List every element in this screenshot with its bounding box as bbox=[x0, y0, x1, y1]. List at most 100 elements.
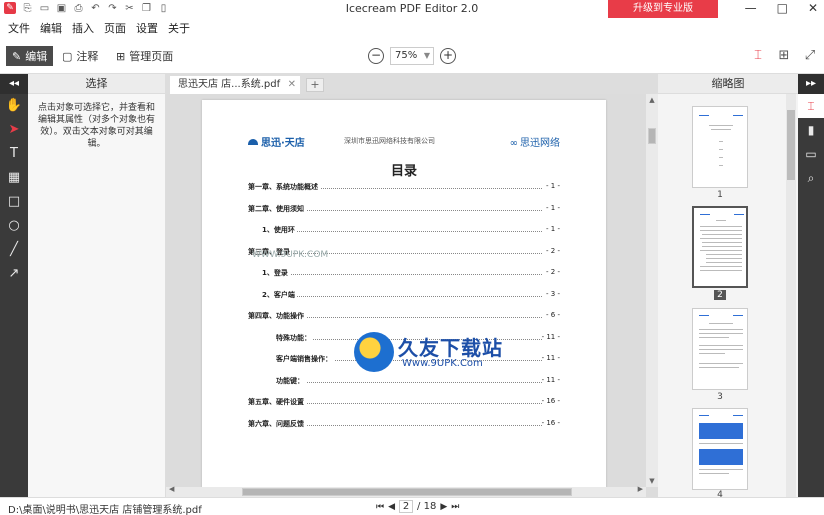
menu-settings[interactable]: 设置 bbox=[136, 20, 158, 36]
toc-entry[interactable]: 第一章、系统功能概述 - 1 - bbox=[248, 182, 560, 194]
close-button[interactable]: ✕ bbox=[808, 1, 818, 15]
page-header: 思迅·天店 深圳市思迅网络科技有限公司 思迅网络 bbox=[248, 132, 560, 152]
thumbnail-page-4[interactable] bbox=[692, 408, 748, 490]
watermark-logo-icon bbox=[354, 332, 394, 372]
collapse-right-button[interactable]: ▸▸ bbox=[798, 74, 824, 94]
rectangle-tool-icon[interactable]: □ bbox=[0, 190, 28, 214]
toc-entry-title: 第六章、问题反馈 bbox=[248, 418, 306, 429]
pdf-page[interactable]: 思迅·天店 深圳市思迅网络科技有限公司 思迅网络 目录 第一章、系统功能概述 - … bbox=[202, 100, 606, 488]
toc-leader-dots bbox=[282, 274, 542, 275]
add-tab-button[interactable]: + bbox=[306, 78, 324, 92]
zoom-select[interactable]: 75% ▼ bbox=[390, 47, 434, 65]
toc-entry[interactable]: 第六章、问题反馈 - 16 - bbox=[248, 418, 560, 431]
toc-entry-page: - 2 - bbox=[546, 268, 560, 276]
close-icon[interactable]: ✕ bbox=[288, 76, 296, 94]
line-tool-icon[interactable]: ╱ bbox=[0, 238, 28, 262]
thumbnail-scroll-thumb[interactable] bbox=[787, 110, 795, 180]
menu-page[interactable]: 页面 bbox=[104, 20, 126, 36]
current-page-input[interactable]: 2 bbox=[399, 500, 414, 513]
select-arrow-icon[interactable]: ➤ bbox=[0, 118, 28, 142]
toc-entry-title: 第四章、功能操作 bbox=[248, 311, 306, 321]
toc-leader-dots bbox=[296, 381, 542, 383]
scroll-left-icon[interactable]: ◀ bbox=[169, 485, 174, 493]
grid-view-icon[interactable]: ⊞ bbox=[776, 48, 792, 64]
scroll-right-icon[interactable]: ▶ bbox=[638, 485, 643, 493]
page-layout-icon[interactable]: ⌶ bbox=[798, 94, 824, 118]
thumbnail-page-number: 3 bbox=[717, 392, 723, 402]
chevron-down-icon: ▼ bbox=[423, 51, 430, 60]
toc-entry-page: - 11 - bbox=[541, 354, 560, 362]
zoom-in-button[interactable]: + bbox=[440, 48, 456, 64]
scroll-up-icon[interactable]: ▲ bbox=[646, 96, 658, 104]
upgrade-button[interactable]: 升级到专业版 bbox=[608, 0, 718, 18]
arrow-tool-icon[interactable]: ↗ bbox=[0, 262, 28, 286]
menu-file[interactable]: 文件 bbox=[8, 20, 30, 36]
scroll-down-icon[interactable]: ▼ bbox=[646, 477, 658, 485]
toc-entry-page: - 3 - bbox=[546, 289, 560, 298]
toc-entry[interactable]: 第四章、功能操作 - 6 - bbox=[248, 311, 560, 323]
toc-entry[interactable]: 第二章、使用须知 - 1 - bbox=[248, 203, 560, 216]
toc-entry[interactable]: 1、使用环 - 1 - bbox=[248, 225, 560, 237]
toc-entry-title: 第一章、系统功能概述 bbox=[248, 182, 320, 192]
toc-entry[interactable]: 第五章、硬件设置 - 16 - bbox=[248, 397, 560, 409]
main-toolbar: ✎ 编辑 ▢ 注释 ⊞ 管理页面 − 75% ▼ + ⌶ ⊞ ⤢ bbox=[0, 38, 824, 74]
title-bar: ✎ ⎘ ▭ ▣ ⎙ ↶ ↷ ✂ ❐ ▯ Icecream PDF Editor … bbox=[0, 0, 824, 18]
next-page-icon[interactable]: ▶ bbox=[440, 502, 447, 512]
first-page-icon[interactable]: ⏮ bbox=[376, 502, 384, 512]
collapse-left-button[interactable]: ◂◂ bbox=[0, 74, 28, 94]
window-controls: — □ ✕ bbox=[745, 1, 818, 15]
toc-entry-title: 1、登录 bbox=[262, 268, 290, 278]
bookmark-icon[interactable]: ▮ bbox=[798, 118, 824, 142]
manage-pages-button[interactable]: ⊞ 管理页面 bbox=[116, 46, 173, 66]
menu-edit[interactable]: 编辑 bbox=[40, 20, 62, 36]
comment-icon[interactable]: ▭ bbox=[798, 142, 824, 166]
watermark-url-faint: WWW.9UPK.COM bbox=[252, 250, 329, 260]
watermark: 久友下载站 Www.9UPK.Com bbox=[354, 330, 534, 380]
document-viewport[interactable]: 思迅·天店 深圳市思迅网络科技有限公司 思迅网络 目录 第一章、系统功能概述 - … bbox=[166, 94, 658, 497]
thumbnail-scrollbar[interactable] bbox=[786, 94, 796, 497]
scroll-thumb[interactable] bbox=[648, 128, 656, 144]
select-panel-title: 选择 bbox=[28, 74, 165, 94]
toc-entry-page: - 11 - bbox=[541, 375, 560, 384]
document-horizontal-scrollbar[interactable]: ◀ ▶ bbox=[166, 485, 646, 497]
last-page-icon[interactable]: ⏭ bbox=[451, 502, 459, 512]
edit-mode-button[interactable]: ✎ 编辑 bbox=[6, 46, 54, 66]
total-pages: / 18 bbox=[417, 501, 437, 512]
document-vertical-scrollbar[interactable]: ▲ ▼ bbox=[646, 94, 658, 487]
thumbnail-page-1[interactable] bbox=[692, 106, 748, 188]
toc-entry[interactable]: 1、登录 - 2 - bbox=[248, 268, 560, 280]
hscroll-thumb[interactable] bbox=[242, 488, 572, 496]
toc-entry[interactable]: 2、客户端 - 3 - bbox=[248, 289, 560, 302]
annotate-mode-button[interactable]: ▢ 注释 bbox=[62, 46, 98, 66]
document-tab-bar: 思迅天店 店...系统.pdf ✕ + bbox=[166, 74, 658, 94]
upgrade-label: 升级到专业版 bbox=[633, 3, 693, 14]
toc-entry-page: - 16 - bbox=[541, 418, 560, 427]
minimize-button[interactable]: — bbox=[745, 1, 757, 15]
ellipse-tool-icon[interactable]: ○ bbox=[0, 214, 28, 238]
watermark-url: Www.9UPK.Com bbox=[402, 358, 483, 369]
search-icon[interactable]: ⌕ bbox=[798, 166, 824, 190]
toc-entry-title: 特殊功能： bbox=[276, 332, 313, 343]
single-page-view-icon[interactable]: ⌶ bbox=[750, 48, 766, 64]
menu-insert[interactable]: 插入 bbox=[72, 20, 94, 36]
toc-entry-page: - 6 - bbox=[546, 311, 560, 319]
thumbnail-page-3[interactable] bbox=[692, 308, 748, 390]
toc-leader-dots bbox=[268, 317, 542, 318]
document-tab[interactable]: 思迅天店 店...系统.pdf ✕ bbox=[170, 76, 300, 94]
thumbnail-page-number: 1 bbox=[717, 190, 723, 200]
select-panel: 选择 点击对象可选择它，并查看和编辑其属性（对多个对象也有效）。双击文本对象可对… bbox=[28, 74, 166, 497]
brand-logo-left: 思迅·天店 bbox=[248, 134, 305, 149]
maximize-button[interactable]: □ bbox=[777, 1, 788, 15]
edit-mode-label: 编辑 bbox=[25, 50, 48, 63]
hand-icon[interactable]: ✋ bbox=[0, 94, 28, 118]
text-tool-icon[interactable]: T bbox=[0, 142, 28, 166]
fullscreen-icon[interactable]: ⤢ bbox=[802, 48, 818, 64]
zoom-out-button[interactable]: − bbox=[368, 48, 384, 64]
toc-entry-page: - 1 - bbox=[546, 225, 560, 233]
menu-about[interactable]: 关于 bbox=[168, 20, 190, 36]
toc-entry-title: 第二章、使用须知 bbox=[248, 203, 306, 214]
image-tool-icon[interactable]: ▦ bbox=[0, 166, 28, 190]
prev-page-icon[interactable]: ◀ bbox=[388, 502, 395, 512]
thumbnail-page-2[interactable] bbox=[692, 206, 748, 288]
toc-entry-page: - 11 - bbox=[541, 332, 560, 341]
